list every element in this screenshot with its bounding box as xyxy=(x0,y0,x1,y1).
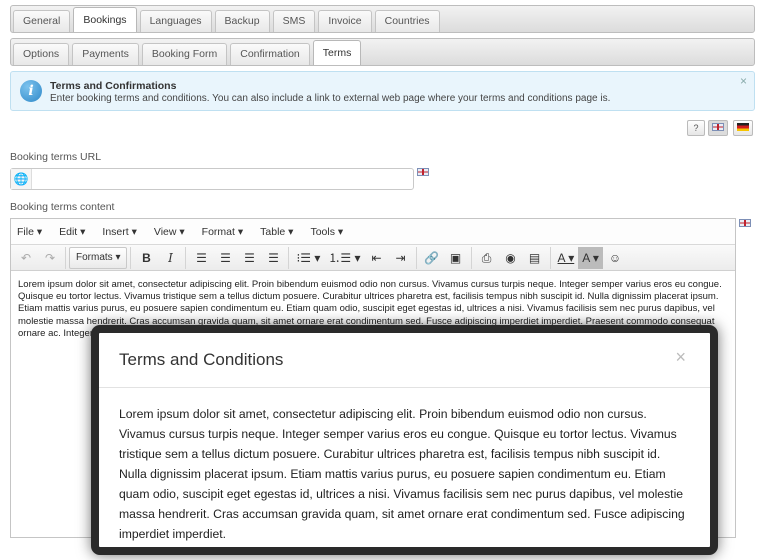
main-tabbar: General Bookings Languages Backup SMS In… xyxy=(10,5,755,33)
dialog-title: Terms and Conditions xyxy=(119,350,284,369)
dialog-body: Lorem ipsum dolor sit amet, consectetur … xyxy=(119,407,685,541)
dialog-header: Terms and Conditions × xyxy=(99,333,710,388)
menu-tools[interactable]: Tools ▾ xyxy=(310,226,343,238)
info-title: Terms and Confirmations xyxy=(50,80,177,92)
formats-dropdown[interactable]: Formats ▾ xyxy=(69,246,128,269)
flag-uk-button[interactable] xyxy=(708,120,728,136)
print-icon[interactable]: ⎙ xyxy=(475,247,499,269)
menu-edit[interactable]: Edit ▾ xyxy=(59,226,85,238)
italic-icon[interactable]: I xyxy=(158,247,182,269)
tab-languages[interactable]: Languages xyxy=(139,10,212,32)
tab-backup[interactable]: Backup xyxy=(214,10,270,32)
menu-table[interactable]: Table ▾ xyxy=(260,226,293,238)
flag-uk-icon xyxy=(739,219,751,227)
info-description: Enter booking terms and conditions. You … xyxy=(50,93,611,104)
dialog-close-icon[interactable]: × xyxy=(675,347,686,368)
toolbar-separator xyxy=(65,246,66,269)
tab-invoice[interactable]: Invoice xyxy=(318,10,372,32)
toolbar-separator xyxy=(288,246,290,269)
subtab-booking-form[interactable]: Booking Form xyxy=(141,43,228,65)
help-icon[interactable]: ? xyxy=(687,120,705,136)
toolbar-separator xyxy=(130,246,132,269)
undo-icon[interactable]: ↶ xyxy=(14,247,38,269)
url-field[interactable]: 🌐 xyxy=(10,168,414,190)
subtab-confirmation[interactable]: Confirmation xyxy=(230,43,310,65)
subtab-terms[interactable]: Terms xyxy=(312,40,362,65)
flag-de-icon xyxy=(737,123,749,131)
toolbar-separator xyxy=(470,246,472,269)
media-icon[interactable]: ▤ xyxy=(523,247,547,269)
editor-menubar: File ▾ Edit ▾ Insert ▾ View ▾ Format ▾ T… xyxy=(11,219,735,245)
background-color-icon[interactable]: A ▾ xyxy=(578,246,603,269)
text-color-icon[interactable]: A ▾ xyxy=(554,247,579,269)
tab-bookings[interactable]: Bookings xyxy=(73,7,137,32)
redo-icon[interactable]: ↷ xyxy=(38,247,62,269)
info-box: i Terms and Confirmations Enter booking … xyxy=(10,71,755,111)
image-icon[interactable]: ▣ xyxy=(444,247,468,269)
menu-format[interactable]: Format ▾ xyxy=(202,226,243,238)
align-center-icon[interactable]: ☰ xyxy=(213,247,237,269)
bold-icon[interactable]: B xyxy=(134,247,158,269)
link-icon[interactable]: 🔗 xyxy=(420,247,444,269)
align-right-icon[interactable]: ☰ xyxy=(237,247,261,269)
indent-icon[interactable]: ⇥ xyxy=(389,247,413,269)
toolbar-separator xyxy=(415,246,417,269)
info-icon: i xyxy=(20,80,42,102)
globe-icon: 🌐 xyxy=(11,169,32,189)
subtab-options[interactable]: Options xyxy=(13,43,70,65)
content-label: Booking terms content xyxy=(10,201,115,213)
preview-icon[interactable]: ◉ xyxy=(499,247,523,269)
flag-uk-icon xyxy=(417,168,429,176)
terms-dialog: Terms and Conditions × Lorem ipsum dolor… xyxy=(91,325,718,555)
outdent-icon[interactable]: ⇤ xyxy=(365,247,389,269)
flag-uk-icon xyxy=(712,123,724,131)
align-left-icon[interactable]: ☰ xyxy=(189,247,213,269)
flag-de-button[interactable] xyxy=(733,120,753,136)
url-label: Booking terms URL xyxy=(10,151,102,163)
menu-file[interactable]: File ▾ xyxy=(17,226,42,238)
menu-view[interactable]: View ▾ xyxy=(154,226,185,238)
menu-insert[interactable]: Insert ▾ xyxy=(102,226,136,238)
tab-sms[interactable]: SMS xyxy=(272,10,316,32)
editor-toolbar: ↶ ↷ Formats ▾ B I ☰ ☰ ☰ ☰ ⁝☰ ▾ ⒈☰ ▾ ⇤ ⇥ … xyxy=(11,245,735,271)
tab-countries[interactable]: Countries xyxy=(374,10,440,32)
toolbar-separator xyxy=(549,246,551,269)
emoticon-icon[interactable]: ☺ xyxy=(603,247,627,269)
info-close-icon[interactable]: × xyxy=(740,74,747,88)
sub-tabbar: Options Payments Booking Form Confirmati… xyxy=(10,38,755,66)
subtab-payments[interactable]: Payments xyxy=(72,43,139,65)
toolbar-separator xyxy=(185,246,187,269)
bullet-list-icon[interactable]: ⁝☰ ▾ xyxy=(292,247,324,269)
tab-general[interactable]: General xyxy=(13,10,71,32)
numbered-list-icon[interactable]: ⒈☰ ▾ xyxy=(324,247,364,269)
align-justify-icon[interactable]: ☰ xyxy=(261,247,285,269)
